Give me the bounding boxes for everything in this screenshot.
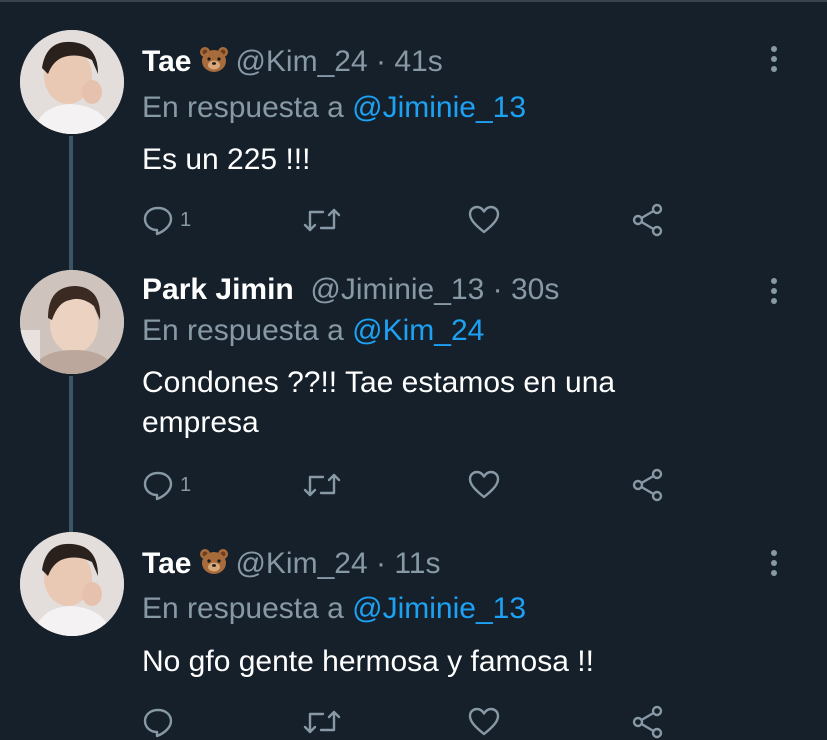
tweet-text: No gfo gente hermosa y famosa !! bbox=[142, 645, 594, 678]
retweet-icon bbox=[303, 469, 341, 501]
replying-to: En respuesta a @Kim_24 bbox=[142, 313, 484, 349]
reply-button[interactable] bbox=[142, 704, 180, 740]
reply-count: 1 bbox=[180, 208, 192, 231]
tweet[interactable]: Park Jimin @Jiminie_13 · 30s En respuest… bbox=[0, 250, 827, 530]
tweet-actions bbox=[142, 704, 702, 740]
share-icon bbox=[631, 705, 665, 739]
mention-link[interactable]: @Jiminie_13 bbox=[352, 91, 526, 124]
more-options-icon[interactable] bbox=[765, 548, 783, 578]
display-name[interactable]: Park Jimin bbox=[142, 273, 294, 306]
avatar[interactable] bbox=[20, 30, 124, 134]
reply-icon bbox=[142, 204, 174, 236]
replying-to: En respuesta a @Jiminie_13 bbox=[142, 90, 526, 126]
share-button[interactable] bbox=[631, 467, 665, 503]
reply-button[interactable]: 1 bbox=[142, 467, 191, 503]
share-icon bbox=[631, 468, 665, 502]
avatar[interactable] bbox=[20, 270, 124, 374]
like-icon bbox=[468, 204, 500, 236]
timestamp[interactable]: 41s bbox=[394, 45, 442, 78]
tweet-header: Park Jimin @Jiminie_13 · 30s bbox=[142, 272, 559, 308]
like-button[interactable] bbox=[468, 467, 500, 503]
reply-button[interactable]: 1 bbox=[142, 202, 191, 238]
share-button[interactable] bbox=[631, 202, 665, 238]
display-name[interactable]: Tae bbox=[142, 547, 191, 580]
replying-prefix: En respuesta a bbox=[142, 592, 344, 625]
bear-face-icon bbox=[199, 547, 229, 584]
tweet-text: Condones ??!! Tae estamos en una empresa bbox=[142, 366, 616, 439]
retweet-button[interactable] bbox=[303, 202, 341, 238]
like-icon bbox=[468, 469, 500, 501]
retweet-button[interactable] bbox=[303, 467, 341, 503]
separator-dot: · bbox=[376, 547, 386, 580]
reply-icon bbox=[142, 469, 174, 501]
tweet-actions: 1 bbox=[142, 467, 702, 503]
user-handle[interactable]: @Kim_24 bbox=[235, 45, 367, 78]
like-icon bbox=[468, 706, 500, 738]
like-button[interactable] bbox=[468, 202, 500, 238]
avatar[interactable] bbox=[20, 532, 124, 636]
tweet-text: Es un 225 !!! bbox=[142, 143, 311, 176]
tweet-header: Tae @Kim_24 · 11s bbox=[142, 546, 441, 584]
tweet[interactable]: Tae @Kim_24 · 41s En respuesta a @Jiminie… bbox=[0, 0, 827, 250]
timestamp[interactable]: 11s bbox=[394, 547, 440, 580]
retweet-icon bbox=[303, 204, 341, 236]
user-handle[interactable]: @Kim_24 bbox=[235, 547, 367, 580]
bear-face-icon bbox=[199, 45, 229, 82]
replying-prefix: En respuesta a bbox=[142, 314, 344, 347]
retweet-icon bbox=[303, 706, 341, 738]
display-name[interactable]: Tae bbox=[142, 45, 191, 78]
tweet-header: Tae @Kim_24 · 41s bbox=[142, 44, 443, 82]
reply-count: 1 bbox=[180, 473, 192, 496]
reply-icon bbox=[142, 706, 174, 738]
replying-to: En respuesta a @Jiminie_13 bbox=[142, 591, 526, 627]
tweet[interactable]: Tae @Kim_24 · 11s En respuesta a @Jiminie… bbox=[0, 530, 827, 740]
more-options-icon[interactable] bbox=[765, 276, 783, 306]
mention-link[interactable]: @Jiminie_13 bbox=[352, 592, 526, 625]
timestamp[interactable]: 30s bbox=[511, 273, 559, 306]
separator-dot: · bbox=[492, 273, 503, 306]
share-icon bbox=[631, 203, 665, 237]
retweet-button[interactable] bbox=[303, 704, 341, 740]
tweet-actions: 1 bbox=[142, 202, 702, 238]
more-options-icon[interactable] bbox=[765, 44, 783, 74]
separator-dot: · bbox=[376, 45, 386, 78]
user-handle[interactable]: @Jiminie_13 bbox=[310, 273, 484, 306]
like-button[interactable] bbox=[468, 704, 500, 740]
share-button[interactable] bbox=[631, 704, 665, 740]
mention-link[interactable]: @Kim_24 bbox=[352, 314, 484, 347]
replying-prefix: En respuesta a bbox=[142, 91, 344, 124]
